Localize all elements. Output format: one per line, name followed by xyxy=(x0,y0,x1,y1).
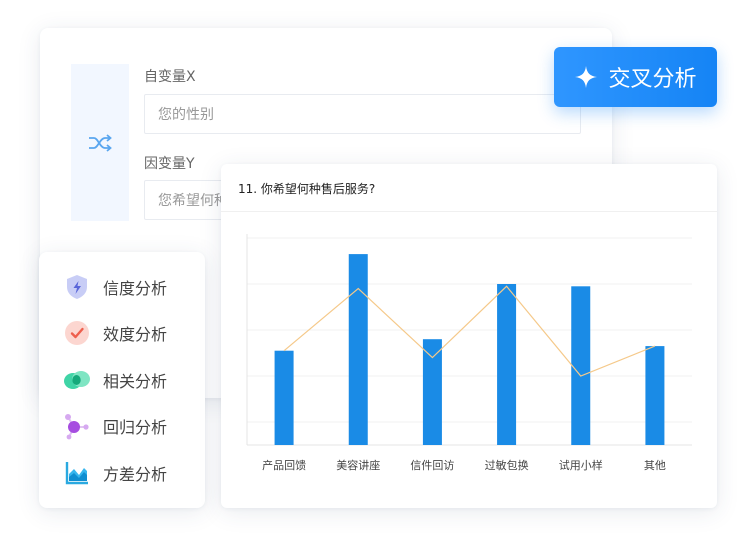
sparkle-icon xyxy=(575,66,598,88)
shuffle-icon xyxy=(89,133,112,152)
shield-bolt-icon xyxy=(63,273,91,301)
menu-item-label: 效度分析 xyxy=(103,325,168,344)
checkmark-icon xyxy=(63,319,91,347)
x-tick-label: 其他 xyxy=(644,459,666,472)
x-tick-label: 美容讲座 xyxy=(336,458,380,472)
cross-analysis-button[interactable]: 交叉分析 xyxy=(554,47,717,107)
menu-item-label: 回归分析 xyxy=(103,418,168,437)
menu-item-variance[interactable]: 方差分析 xyxy=(63,457,167,489)
bar xyxy=(422,339,442,445)
analysis-menu: 信度分析 效度分析 相关分析 回归分析 方差分析 xyxy=(39,252,205,508)
menu-item-reliability[interactable]: 信度分析 xyxy=(63,271,167,303)
molecule-icon xyxy=(63,412,91,440)
bar xyxy=(497,284,517,445)
y-variable-label: 因变量Y xyxy=(144,156,195,172)
x-tick-label: 试用小样 xyxy=(559,458,603,472)
x-variable-field[interactable]: 您的性别 xyxy=(144,94,581,134)
series-line xyxy=(283,285,656,377)
bar xyxy=(571,286,591,445)
area-chart-icon xyxy=(63,459,91,487)
chart-card: 11. 你希望何种售后服务? 产品回馈 美容讲座 信件回访 过敏包换 试用小样 其他 xyxy=(221,164,717,508)
swap-variables-button[interactable] xyxy=(71,64,129,221)
bar xyxy=(274,350,294,445)
menu-item-label: 信度分析 xyxy=(103,279,168,298)
x-tick-label: 过敏包换 xyxy=(485,458,529,472)
chat-bubbles-icon xyxy=(63,366,91,394)
bar xyxy=(348,254,368,445)
bar xyxy=(645,346,665,445)
menu-item-regression[interactable]: 回归分析 xyxy=(63,410,167,442)
bar-line-chart: 产品回馈 美容讲座 信件回访 过敏包换 试用小样 其他 xyxy=(246,234,692,472)
menu-item-label: 相关分析 xyxy=(103,372,168,391)
x-variable-label: 自变量X xyxy=(144,69,196,85)
menu-item-validity[interactable]: 效度分析 xyxy=(63,317,167,349)
x-tick-label: 产品回馈 xyxy=(262,458,306,472)
menu-item-label: 方差分析 xyxy=(103,465,168,484)
cross-analysis-label: 交叉分析 xyxy=(608,67,697,92)
menu-item-correlation[interactable]: 相关分析 xyxy=(63,364,167,396)
x-tick-label: 信件回访 xyxy=(410,459,454,472)
